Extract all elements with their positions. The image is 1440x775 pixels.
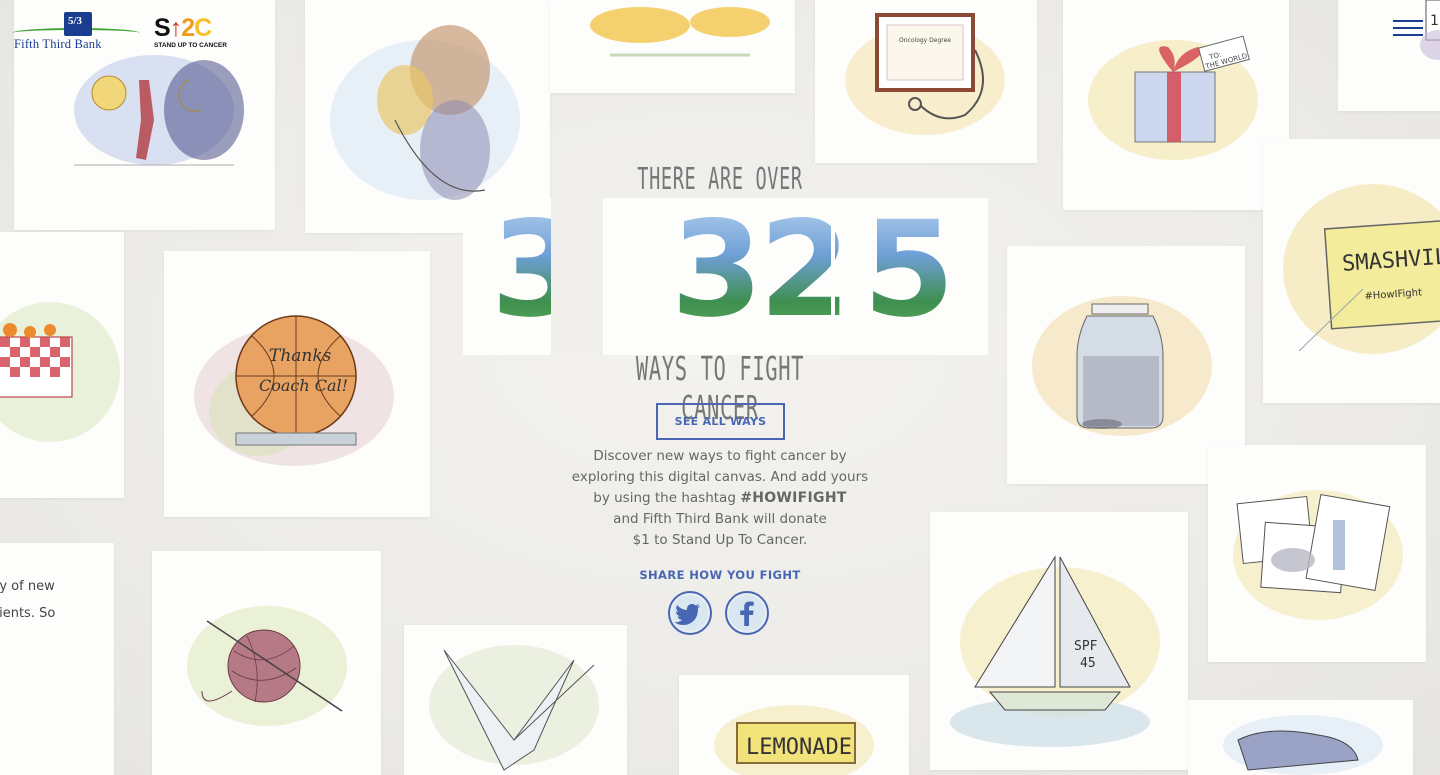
fifth-third-bank-logo[interactable]: 5/3 Fifth Third Bank	[12, 12, 140, 52]
twitter-icon-graphic	[668, 591, 712, 635]
gift-illustration: TO: THE WORLD	[1088, 35, 1258, 160]
tile-gift[interactable]: TO: THE WORLD	[1063, 0, 1289, 210]
boat-text-spf: SPF	[1074, 639, 1098, 654]
description-line: and Fifth Third Bank will donate	[613, 511, 827, 527]
shoe-tag-number: 1	[1430, 13, 1439, 29]
shoe-illustration	[1223, 715, 1383, 775]
smashville-illustration: SMASHVILLE #HowIFight	[1283, 184, 1440, 354]
su2c-tagline: STAND UP TO CANCER	[154, 42, 227, 49]
tile-story-text[interactable]: ry of new tients. So	[0, 543, 114, 775]
share-label: SHARE HOW YOU FIGHT	[639, 568, 801, 582]
tile-top-right[interactable]: 1	[1338, 0, 1440, 111]
counter-gap	[831, 198, 835, 355]
tile-shoe[interactable]	[1188, 700, 1413, 775]
menu-line	[1393, 34, 1423, 36]
digital-canvas: Oncology Degree TO: THE WORLD 1 SMASHVIL…	[0, 0, 1440, 775]
diploma-text: Oncology Degree	[899, 37, 951, 44]
description-line: $1 to Stand Up To Cancer.	[632, 532, 808, 548]
facebook-icon-graphic	[725, 591, 769, 635]
description: Discover new ways to fight cancer by exp…	[540, 446, 900, 551]
tile-smashville-sign[interactable]: SMASHVILLE #HowIFight	[1263, 139, 1440, 403]
tile-photos[interactable]	[1208, 445, 1426, 662]
crane-illustration	[429, 645, 599, 771]
hamburger-icon[interactable]	[1393, 20, 1427, 42]
su2c-c: C	[194, 14, 212, 42]
description-line: exploring this digital canvas. And add y…	[571, 469, 869, 485]
su2c-arrow: ↑	[169, 14, 182, 42]
running-shoes-illustration	[590, 7, 770, 57]
yarn-illustration	[187, 606, 347, 726]
tile-lemonade[interactable]: LEMONADE	[679, 675, 909, 775]
diploma-illustration: Oncology Degree	[845, 13, 1005, 135]
description-line: by using the hashtag #HOWIFIGHT	[540, 488, 900, 509]
photos-illustration	[1233, 490, 1403, 620]
su2c-logo[interactable]: S↑2C STAND UP TO CANCER	[154, 16, 234, 50]
counter-digit: 5	[863, 193, 955, 347]
top-right-illustration: 1	[1420, 0, 1440, 60]
su2c-two: 2	[181, 14, 195, 42]
description-hashtag-prefix: by using the hashtag	[593, 490, 741, 506]
description-line: Discover new ways to fight cancer by	[593, 448, 847, 464]
lemonade-sign-text: LEMONADE	[746, 735, 852, 760]
basketball-text-coach: Coach Cal!	[259, 376, 348, 395]
facebook-icon[interactable]	[724, 590, 770, 636]
bank-name: Fifth Third Bank	[14, 37, 102, 51]
basketball-illustration: Thanks Coach Cal!	[194, 315, 394, 466]
picnic-illustration	[0, 302, 120, 442]
su2c-s: S	[154, 14, 171, 42]
menu-line	[1393, 20, 1423, 22]
counter-gap	[551, 198, 603, 355]
tile-picnic[interactable]	[0, 232, 124, 498]
sailboat-illustration: SPF 45	[950, 555, 1160, 747]
lemonade-illustration: LEMONADE	[714, 705, 874, 775]
menu-line	[1393, 27, 1423, 29]
counter-digit: 3	[671, 193, 763, 347]
story-text-line2: tients. So	[0, 606, 56, 621]
boat-text-45: 45	[1080, 656, 1096, 671]
tile-running-shoes[interactable]	[550, 0, 795, 93]
tile-diploma[interactable]: Oncology Degree	[815, 0, 1037, 163]
twitter-icon[interactable]	[667, 590, 713, 636]
ways-counter: 3 1 3 2 5	[463, 198, 988, 355]
story-text-line1: ry of new	[0, 579, 55, 594]
su2c-wordmark: S↑2C	[154, 16, 234, 41]
tile-crane[interactable]	[404, 625, 627, 775]
logo-mark: 5/3	[64, 12, 92, 36]
tile-basketball[interactable]: Thanks Coach Cal!	[164, 251, 430, 517]
logo-mark-text: 5/3	[68, 15, 83, 27]
tile-sailboat[interactable]: SPF 45	[930, 512, 1188, 770]
hero-top-text: THERE ARE OVER	[637, 162, 803, 197]
counter-gap	[603, 198, 671, 355]
see-all-ways-button[interactable]: SEE ALL WAYS	[656, 403, 785, 440]
basketball-text-thanks: Thanks	[269, 346, 332, 366]
hashtag-link[interactable]: #HOWIFIGHT	[740, 490, 847, 506]
tile-yarn[interactable]	[152, 551, 381, 775]
